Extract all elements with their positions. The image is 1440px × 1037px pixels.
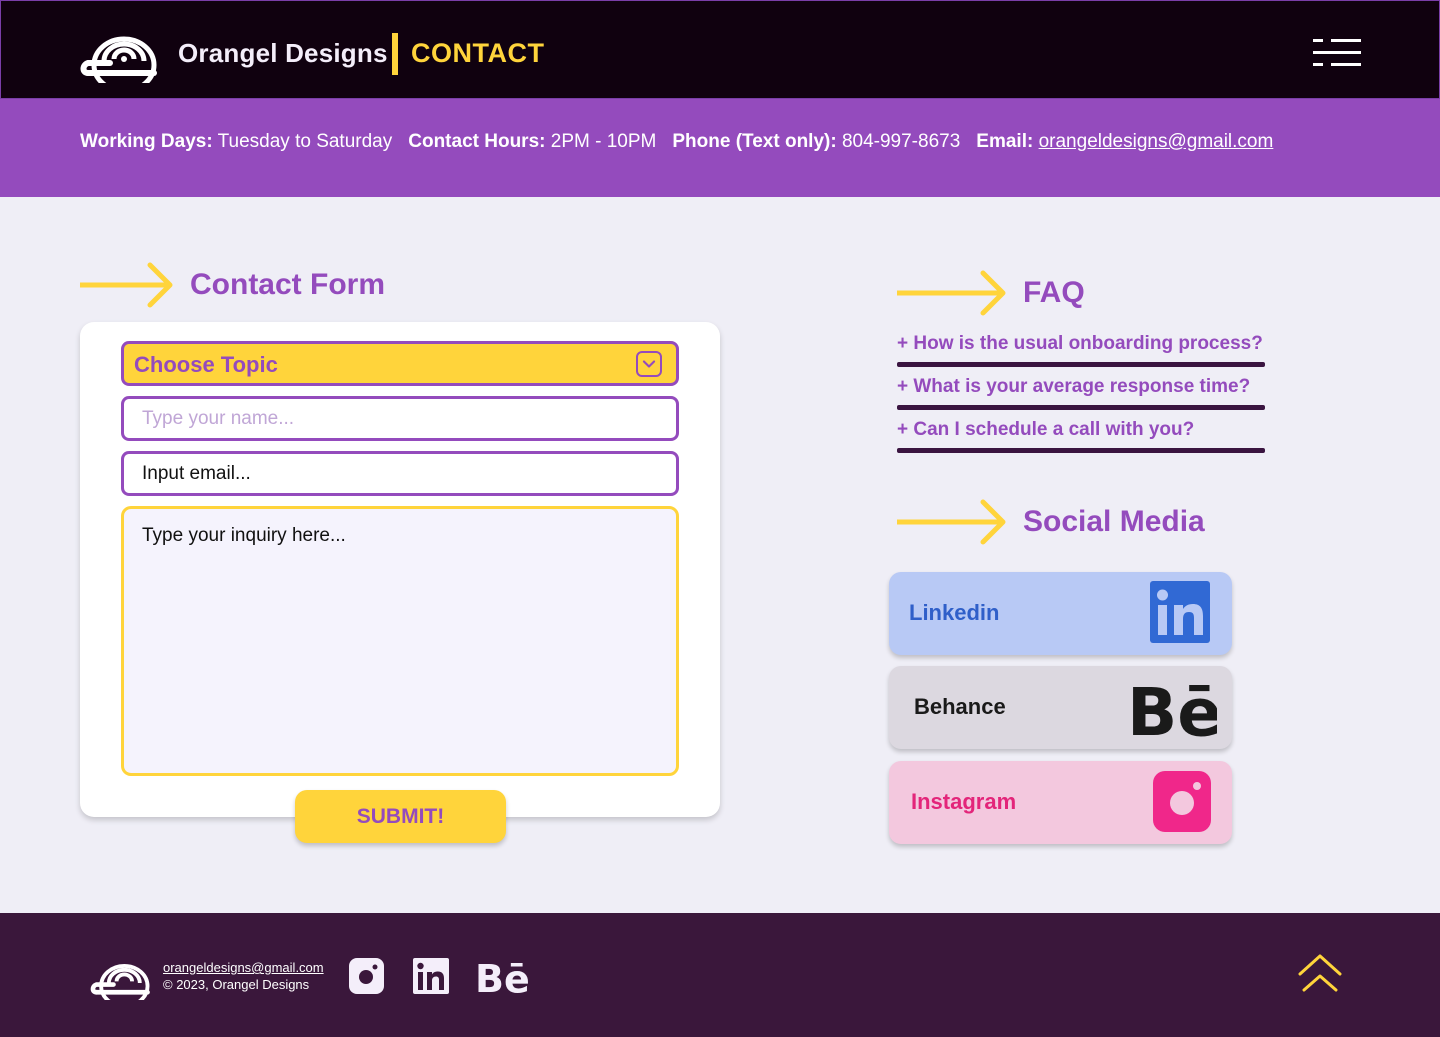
working-days: Working Days: Tuesday to Saturday xyxy=(80,131,392,153)
back-to-top-icon[interactable] xyxy=(1296,952,1344,996)
page-title: CONTACT xyxy=(411,38,545,68)
svg-text:Bē: Bē xyxy=(1127,679,1217,737)
topic-select-label: Choose Topic xyxy=(134,352,278,377)
social-media-title: Social Media xyxy=(1023,505,1205,538)
brand-divider xyxy=(392,33,398,75)
hamburger-menu-icon[interactable] xyxy=(1311,37,1363,69)
topic-select[interactable]: Choose Topic xyxy=(121,341,679,386)
faq-heading: FAQ xyxy=(897,270,1085,316)
linkedin-icon xyxy=(1150,581,1210,643)
arrow-right-icon xyxy=(897,270,1006,316)
inquiry-textarea[interactable] xyxy=(121,506,679,776)
snail-logo-icon[interactable] xyxy=(80,21,162,83)
arrow-right-icon xyxy=(80,262,173,308)
submit-button[interactable]: SUBMIT! xyxy=(295,790,506,843)
faq-divider xyxy=(897,448,1265,453)
contact-hours-value: 2PM - 10PM xyxy=(550,131,657,152)
email-link[interactable]: orangeldesigns@gmail.com xyxy=(1039,131,1274,152)
contact-form-heading: Contact Form xyxy=(80,262,385,308)
header: Orangel Designs CONTACT xyxy=(0,0,1440,99)
phone-value: 804-997-8673 xyxy=(841,131,961,152)
email-input[interactable] xyxy=(121,451,679,496)
faq-item[interactable]: + How is the usual onboarding process? xyxy=(897,333,1265,367)
arrow-right-icon xyxy=(897,499,1006,545)
contact-form-title: Contact Form xyxy=(190,268,385,301)
linkedin-icon[interactable] xyxy=(413,958,449,994)
faq-item[interactable]: + What is your average response time? xyxy=(897,376,1265,410)
footer-copyright: © 2023, Orangel Designs xyxy=(163,977,310,992)
behance-label: Behance xyxy=(914,694,1006,719)
instagram-icon[interactable] xyxy=(349,958,384,994)
footer xyxy=(0,913,1440,1037)
faq-question: + Can I schedule a call with you? xyxy=(897,419,1195,440)
linkedin-card[interactable]: Linkedin xyxy=(889,572,1232,655)
svg-text:Bē: Bē xyxy=(475,957,529,996)
email-label: Email: xyxy=(976,131,1034,152)
faq-question: + What is your average response time? xyxy=(897,376,1251,397)
instagram-icon xyxy=(1153,771,1211,832)
snail-logo-icon[interactable] xyxy=(90,952,154,1000)
email: Email: orangeldesigns@gmail.com xyxy=(976,131,1273,153)
working-days-label: Working Days: xyxy=(80,131,213,152)
faq-divider xyxy=(897,405,1265,410)
contact-hours-label: Contact Hours: xyxy=(408,131,546,152)
phone: Phone (Text only): 804-997-8673 xyxy=(672,131,960,153)
contact-info-row: Working Days: Tuesday to Saturday Contac… xyxy=(80,131,1273,153)
working-days-value: Tuesday to Saturday xyxy=(217,131,393,152)
footer-email-link[interactable]: orangeldesigns@gmail.com xyxy=(163,960,324,975)
faq-question: + How is the usual onboarding process? xyxy=(897,333,1263,354)
brand-name[interactable]: Orangel Designs xyxy=(178,38,388,69)
behance-icon[interactable]: Bē xyxy=(475,956,529,996)
linkedin-label: Linkedin xyxy=(909,600,1000,625)
instagram-card[interactable]: Instagram xyxy=(889,761,1232,844)
name-input[interactable] xyxy=(121,396,679,441)
behance-icon: Bē xyxy=(1127,679,1217,737)
phone-label: Phone (Text only): xyxy=(672,131,837,152)
faq-divider xyxy=(897,362,1265,367)
behance-card[interactable]: Behance Bē xyxy=(889,666,1232,749)
faq-title: FAQ xyxy=(1023,276,1085,309)
contact-hours: Contact Hours: 2PM - 10PM xyxy=(408,131,656,153)
instagram-label: Instagram xyxy=(911,789,1017,814)
social-media-heading: Social Media xyxy=(897,499,1205,545)
chevron-down-icon[interactable] xyxy=(636,351,662,377)
faq-item[interactable]: + Can I schedule a call with you? xyxy=(897,419,1265,453)
